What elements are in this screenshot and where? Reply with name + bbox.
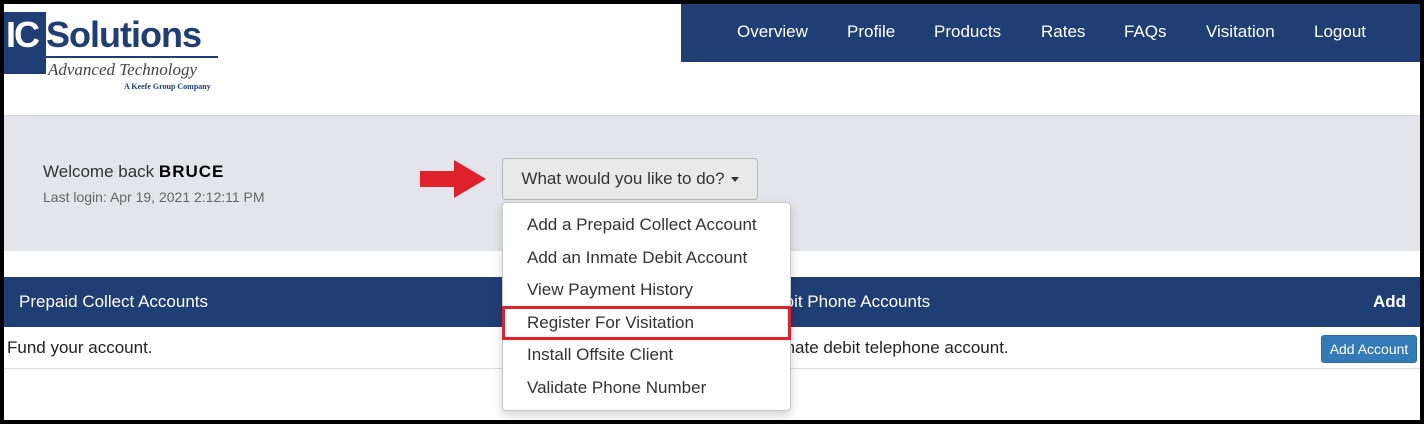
menu-item-add-inmate-debit[interactable]: Add an Inmate Debit Account [527, 248, 747, 268]
icsolutions-logo[interactable]: IC Solutions Advanced Technology A Keefe… [4, 12, 226, 96]
highlight-box [502, 306, 791, 340]
menu-item-install-offsite-client[interactable]: Install Offsite Client [527, 345, 673, 365]
nav-logout[interactable]: Logout [1314, 22, 1366, 42]
page: IC Solutions Advanced Technology A Keefe… [4, 4, 1420, 420]
welcome-username: BRUCE [158, 162, 225, 181]
nav-visitation[interactable]: Visitation [1206, 22, 1275, 42]
top-nav: Overview Profile Products Rates FAQs Vis… [681, 4, 1420, 62]
add-header: Add [1372, 292, 1406, 311]
add-account-button[interactable]: Add Account [1321, 335, 1417, 363]
fund-account-text: Fund your account. [7, 338, 153, 357]
dropdown-label: What would you like to do? [521, 169, 725, 188]
logo-ic-text: IC [6, 14, 40, 55]
menu-item-add-prepaid-collect[interactable]: Add a Prepaid Collect Account [527, 215, 757, 235]
logo-tagline: Advanced Technology [48, 60, 198, 79]
nav-faqs[interactable]: FAQs [1124, 22, 1167, 42]
logo-company: A Keefe Group Company [124, 82, 211, 91]
nav-profile[interactable]: Profile [847, 22, 895, 42]
logo-solutions-text: Solutions [46, 14, 202, 55]
red-arrow-icon [420, 160, 486, 198]
welcome-message: Welcome back BRUCE [43, 162, 224, 182]
logo-divider [44, 56, 218, 58]
prepaid-collect-header: Prepaid Collect Accounts [19, 292, 208, 311]
welcome-greeting: Welcome back [43, 162, 155, 181]
what-to-do-dropdown-button[interactable]: What would you like to do? [502, 158, 758, 200]
nav-overview[interactable]: Overview [737, 22, 808, 42]
caret-down-icon [730, 176, 739, 182]
menu-item-view-payment-history[interactable]: View Payment History [527, 280, 693, 300]
last-login-text: Last login: Apr 19, 2021 2:12:11 PM [43, 189, 265, 205]
menu-item-validate-phone-number[interactable]: Validate Phone Number [527, 378, 706, 398]
nav-products[interactable]: Products [934, 22, 1001, 42]
nav-rates[interactable]: Rates [1041, 22, 1085, 42]
